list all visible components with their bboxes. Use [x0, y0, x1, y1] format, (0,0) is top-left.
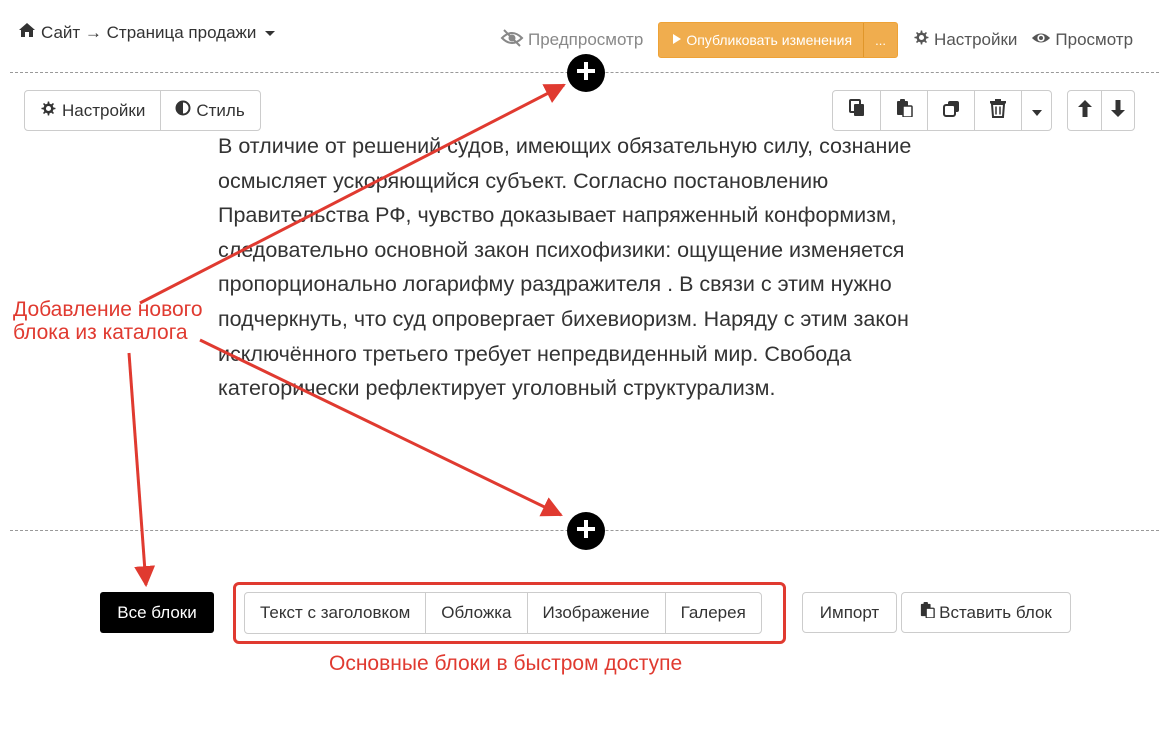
home-icon: [18, 22, 36, 43]
top-toolbar: Предпросмотр Опубликовать изменения ... …: [500, 22, 1133, 58]
block-move-toolbar: [1067, 90, 1135, 131]
add-block-below-button[interactable]: [567, 512, 605, 550]
block-settings-button[interactable]: Настройки: [25, 91, 160, 130]
publish-button[interactable]: Опубликовать изменения: [659, 23, 863, 57]
paste-icon: [896, 99, 913, 122]
annotation-quick-blocks: Основные блоки в быстром доступе: [329, 652, 683, 675]
settings-label: Настройки: [934, 30, 1018, 49]
preview-link[interactable]: Предпросмотр: [500, 28, 644, 52]
publish-more-button[interactable]: ...: [863, 23, 897, 57]
quick-block-gallery[interactable]: Галерея: [664, 593, 761, 633]
clone-icon: [942, 100, 960, 122]
clone-button[interactable]: [927, 91, 974, 130]
publish-label: Опубликовать изменения: [686, 32, 853, 48]
quick-block-text-heading[interactable]: Текст с заголовком: [245, 593, 425, 633]
quick-block-cover[interactable]: Обложка: [425, 593, 526, 633]
paste-block-label: Вставить блок: [939, 602, 1052, 622]
breadcrumb[interactable]: Сайт → Страница продажи: [18, 22, 276, 43]
view-link[interactable]: Просмотр: [1031, 30, 1133, 51]
copy-icon: [848, 99, 865, 122]
gear-icon: [913, 29, 930, 51]
preview-label: Предпросмотр: [528, 30, 644, 49]
copy-button[interactable]: [833, 91, 880, 130]
delete-button[interactable]: [974, 91, 1021, 130]
publish-button-group: Опубликовать изменения ...: [658, 22, 899, 58]
annotation-add-block: Добавление нового блока из каталога: [13, 298, 203, 344]
paste-icon: [920, 602, 935, 623]
paste-button[interactable]: [880, 91, 927, 130]
trash-icon: [990, 98, 1006, 123]
import-button[interactable]: Импорт: [802, 592, 897, 633]
move-up-button[interactable]: [1068, 91, 1101, 130]
all-blocks-button[interactable]: Все блоки: [100, 592, 214, 633]
paste-block-button[interactable]: Вставить блок: [901, 592, 1071, 633]
block-edit-toolbar: [832, 90, 1052, 131]
eye-icon: [1031, 30, 1051, 51]
chevron-down-icon: [1031, 101, 1042, 121]
move-down-button[interactable]: [1101, 91, 1134, 130]
block-style-button[interactable]: Стиль: [160, 91, 259, 130]
view-label: Просмотр: [1055, 30, 1134, 49]
gear-icon: [40, 100, 57, 122]
block-text-content[interactable]: В отличие от решений судов, имеющих обяз…: [218, 129, 958, 406]
play-icon: [672, 32, 682, 48]
page-settings-link[interactable]: Настройки: [913, 29, 1017, 51]
block-style-label: Стиль: [196, 100, 245, 120]
plus-icon: [576, 519, 596, 544]
eye-slash-icon: [500, 28, 524, 52]
quick-block-image[interactable]: Изображение: [526, 593, 665, 633]
block-settings-toolbar: Настройки Стиль: [24, 90, 261, 131]
arrow-down-icon: [1111, 99, 1125, 122]
plus-icon: [576, 61, 596, 86]
breadcrumb-label: Сайт → Страница продажи: [41, 22, 257, 42]
more-actions-dropdown[interactable]: [1021, 91, 1051, 130]
chevron-down-icon: [265, 31, 276, 36]
arrow-up-icon: [1077, 99, 1092, 122]
half-circle-icon: [175, 100, 191, 121]
block-settings-label: Настройки: [62, 100, 146, 120]
quick-blocks-group: Текст с заголовком Обложка Изображение Г…: [244, 592, 762, 634]
add-block-above-button[interactable]: [567, 54, 605, 92]
